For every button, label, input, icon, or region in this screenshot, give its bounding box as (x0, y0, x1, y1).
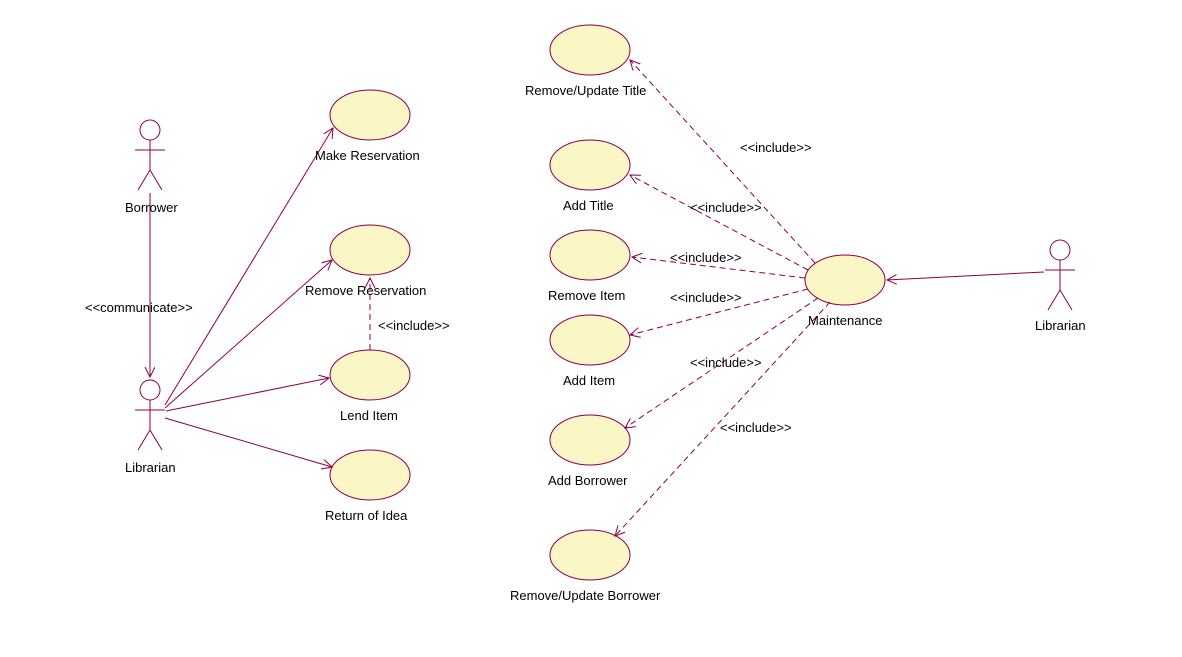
usecase-label-add-item: Add Item (563, 373, 615, 388)
usecase-make-reservation (330, 90, 410, 140)
usecase-maintenance (805, 255, 885, 305)
stereotype-include-5: <<include>> (690, 355, 762, 370)
usecase-label-remove-reservation: Remove Reservation (305, 283, 426, 298)
actor-label-borrower: Borrower (125, 200, 178, 215)
stereotype-include-lend: <<include>> (378, 318, 450, 333)
usecase-add-item (550, 315, 630, 365)
stereotype-include-1: <<include>> (740, 140, 812, 155)
usecase-label-add-borrower: Add Borrower (548, 473, 627, 488)
usecase-label-remove-update-borrower: Remove/Update Borrower (510, 588, 660, 603)
usecase-label-lend-item: Lend Item (340, 408, 398, 423)
usecase-label-remove-update-title: Remove/Update Title (525, 83, 646, 98)
usecase-label-make-reservation: Make Reservation (315, 148, 420, 163)
assoc-librarian-right-maintenance (887, 272, 1044, 280)
usecase-label-maintenance: Maintenance (808, 313, 882, 328)
usecase-diagram (0, 0, 1182, 657)
actor-label-librarian-right: Librarian (1035, 318, 1086, 333)
usecase-label-add-title: Add Title (563, 198, 614, 213)
stereotype-communicate: <<communicate>> (85, 300, 193, 315)
assoc-librarian-lend-item (166, 378, 329, 411)
actor-label-librarian-left: Librarian (125, 460, 176, 475)
usecase-add-borrower (550, 415, 630, 465)
usecase-return-of-idea (330, 450, 410, 500)
assoc-librarian-return-idea (165, 418, 332, 467)
usecase-label-return-of-idea: Return of Idea (325, 508, 407, 523)
stereotype-include-4: <<include>> (670, 290, 742, 305)
usecase-label-remove-item: Remove Item (548, 288, 625, 303)
dep-maint-remove-update-title (630, 60, 815, 263)
dep-maint-remove-update-borrower (615, 302, 830, 536)
usecase-remove-update-title (550, 25, 630, 75)
actor-librarian-right (1045, 240, 1075, 310)
usecase-add-title (550, 140, 630, 190)
actor-borrower (135, 120, 165, 190)
usecase-remove-reservation (330, 225, 410, 275)
assoc-librarian-make-reservation (165, 128, 333, 405)
stereotype-include-2: <<include>> (690, 200, 762, 215)
stereotype-include-6: <<include>> (720, 420, 792, 435)
actor-librarian-left (135, 380, 165, 450)
usecase-remove-update-borrower (550, 530, 630, 580)
stereotype-include-3: <<include>> (670, 250, 742, 265)
usecase-lend-item (330, 350, 410, 400)
usecase-remove-item (550, 230, 630, 280)
